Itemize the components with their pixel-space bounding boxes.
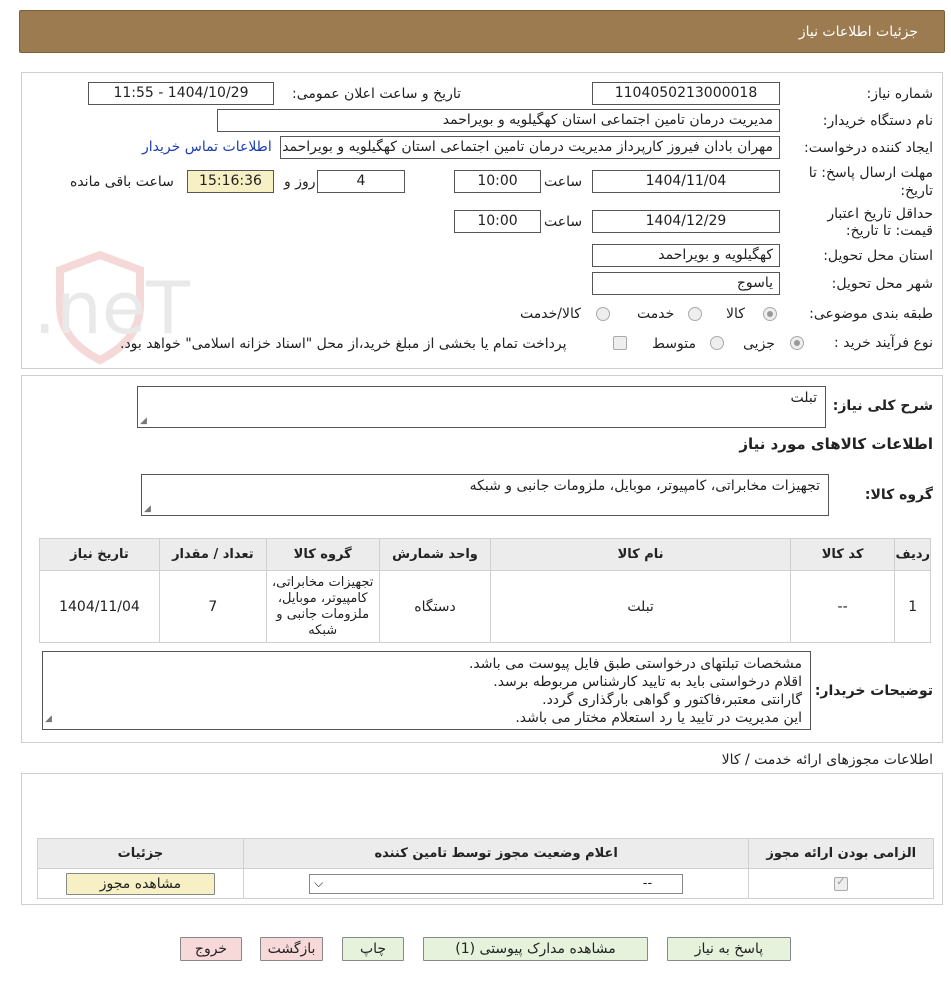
deadline-time-field[interactable]: 10:00 — [454, 170, 541, 193]
validity-label: حداقل تاریخ اعتبار — [827, 206, 933, 222]
buyer-note-line: مشخصات تبلتهای درخواستی طبق فایل پیوست م… — [468, 656, 802, 672]
process-radio-medium[interactable] — [710, 336, 724, 350]
permit-status-cell: -- ⌵ — [242, 868, 750, 899]
process-option-minor: جزیی — [743, 336, 775, 352]
province-field[interactable]: کهگیلویه و بویراحمد — [592, 244, 780, 267]
category-label: طبقه بندی موضوعی: — [809, 306, 933, 322]
province-label: استان محل تحویل: — [823, 248, 933, 264]
print-button[interactable]: چاپ — [342, 937, 404, 961]
city-field[interactable]: یاسوج — [592, 272, 780, 295]
col-date: تاریخ نیاز — [39, 538, 160, 571]
deadline-label-2: تاریخ: — [900, 183, 933, 199]
permits-table-header: الزامی بودن ارائه مجوز اعلام وضعیت مجوز … — [37, 838, 934, 869]
cell-row: 1 — [894, 570, 931, 643]
col-permit-status: اعلام وضعیت مجوز توسط تامین کننده — [242, 838, 750, 869]
cell-code: -- — [789, 570, 896, 643]
buyer-notes-label: توضیحات خریدار: — [814, 683, 933, 699]
col-row: ردیف — [894, 538, 931, 571]
treasury-payment-checkbox[interactable] — [613, 336, 627, 350]
process-label: نوع فرآیند خرید : — [834, 335, 933, 351]
chevron-down-icon: ⌵ — [314, 875, 324, 890]
deadline-time-label: ساعت — [544, 174, 583, 190]
items-table: ردیف کد کالا نام کالا واحد شمارش گروه کا… — [39, 538, 931, 643]
buyer-org-field[interactable]: مدیریت درمان تامین اجتماعی استان کهگیلوی… — [217, 109, 780, 132]
remaining-time-field: 15:16:36 — [187, 170, 274, 193]
validity-time-label: ساعت — [544, 214, 583, 230]
process-radio-minor[interactable] — [790, 336, 804, 350]
announce-datetime-field[interactable]: 1404/10/29 - 11:55 — [88, 82, 274, 105]
permit-required-checkbox: ✓ — [834, 874, 849, 891]
validity-date-field[interactable]: 1404/12/29 — [592, 210, 780, 233]
exit-button[interactable]: خروج — [180, 937, 242, 961]
goods-group-textarea[interactable]: تجهیزات مخابراتی، کامپیوتر، موبایل، ملزو… — [141, 474, 829, 516]
permit-details-cell: مشاهده مجوز — [37, 868, 244, 899]
days-remaining-field[interactable]: 4 — [317, 170, 405, 193]
buyer-note-line: این مدیریت در تایید یا رد استعلام مختار … — [515, 710, 802, 726]
resize-grip-icon[interactable]: ◢ — [45, 710, 52, 728]
goods-info-title: اطلاعات کالاهای مورد نیاز — [739, 435, 933, 453]
buyer-contact-link[interactable]: اطلاعات تماس خریدار — [142, 139, 272, 155]
permits-table: الزامی بودن ارائه مجوز اعلام وضعیت مجوز … — [37, 838, 934, 899]
col-code: کد کالا — [789, 538, 896, 571]
back-button[interactable]: بازگشت — [260, 937, 323, 961]
table-row: ✓ -- ⌵ مشاهده مجوز — [37, 868, 934, 899]
need-summary-text: تبلت — [790, 390, 817, 406]
col-unit: واحد شمارش — [378, 538, 492, 571]
cell-quantity: 7 — [158, 570, 267, 643]
cell-unit: دستگاه — [378, 570, 492, 643]
category-option-goods: کالا — [726, 306, 745, 322]
permit-status-select[interactable]: -- ⌵ — [309, 873, 684, 894]
resize-grip-icon[interactable]: ◢ — [144, 504, 151, 514]
items-table-header: ردیف کد کالا نام کالا واحد شمارش گروه کا… — [39, 538, 931, 571]
col-name: نام کالا — [490, 538, 791, 571]
need-number-field[interactable]: 1104050213000018 — [592, 82, 780, 105]
table-row: 1 -- تبلت دستگاه تجهیزات مخابراتی، کامپی… — [39, 570, 931, 643]
permits-title: اطلاعات مجوزهای ارائه خدمت / کالا — [721, 752, 933, 768]
treasury-payment-note: پرداخت تمام یا بخشی از مبلغ خرید،از محل … — [120, 336, 567, 352]
page-header: جزئیات اطلاعات نیاز — [19, 10, 945, 53]
cell-name: تبلت — [490, 570, 791, 643]
remaining-time-label: ساعت باقی مانده — [70, 174, 174, 190]
goods-group-text: تجهیزات مخابراتی، کامپیوتر، موبایل، ملزو… — [469, 478, 820, 494]
col-quantity: تعداد / مقدار — [158, 538, 267, 571]
buyer-note-line: اقلام درخواستی باید به تایید کارشناس مرب… — [493, 674, 802, 690]
check-icon: ✓ — [836, 874, 846, 888]
deadline-date-field[interactable]: 1404/11/04 — [592, 170, 780, 193]
days-label: روز و — [284, 174, 316, 190]
permit-required-cell: ✓ — [748, 868, 934, 899]
page-title: جزئیات اطلاعات نیاز — [798, 24, 918, 40]
announce-label: تاریخ و ساعت اعلان عمومی: — [292, 86, 461, 102]
category-radio-goods[interactable] — [763, 307, 777, 321]
process-option-medium: متوسط — [652, 336, 696, 352]
need-summary-textarea[interactable]: تبلت ◢ — [137, 386, 826, 428]
view-permit-button[interactable]: مشاهده مجوز — [65, 872, 215, 895]
resize-grip-icon[interactable]: ◢ — [140, 416, 147, 426]
creator-field[interactable]: مهران بادان فیروز کارپرداز مدیریت درمان … — [280, 136, 780, 159]
cell-date: 1404/11/04 — [39, 570, 160, 643]
creator-label: ایجاد کننده درخواست: — [804, 140, 933, 156]
view-attachments-button[interactable]: مشاهده مدارک پیوستی (1) — [423, 937, 648, 961]
goods-group-label: گروه کالا: — [864, 487, 933, 503]
respond-button[interactable]: پاسخ به نیاز — [667, 937, 791, 961]
deadline-label: مهلت ارسال پاسخ: تا — [808, 165, 933, 181]
need-summary-label: شرح کلی نیاز: — [832, 398, 933, 414]
category-radio-service[interactable] — [688, 307, 702, 321]
validity-time-field[interactable]: 10:00 — [454, 210, 541, 233]
category-option-both: کالا/خدمت — [520, 306, 581, 322]
city-label: شهر محل تحویل: — [831, 276, 933, 292]
permit-status-value: -- — [642, 875, 653, 891]
category-radio-both[interactable] — [596, 307, 610, 321]
category-option-service: خدمت — [637, 306, 675, 322]
col-group: گروه کالا — [265, 538, 380, 571]
buyer-note-line: گارانتی معتبر،فاکتور و گواهی بارگذاری گر… — [542, 692, 802, 708]
validity-label-2: قیمت: تا تاریخ: — [845, 223, 933, 239]
col-permit-required: الزامی بودن ارائه مجوز — [748, 838, 934, 869]
col-permit-details: جزئیات — [37, 838, 244, 869]
buyer-org-label: نام دستگاه خریدار: — [822, 113, 933, 129]
need-number-label: شماره نیاز: — [866, 86, 934, 102]
buyer-notes-textarea[interactable]: مشخصات تبلتهای درخواستی طبق فایل پیوست م… — [42, 651, 811, 730]
cell-group: تجهیزات مخابراتی، کامپیوتر، موبایل، ملزو… — [265, 570, 380, 643]
